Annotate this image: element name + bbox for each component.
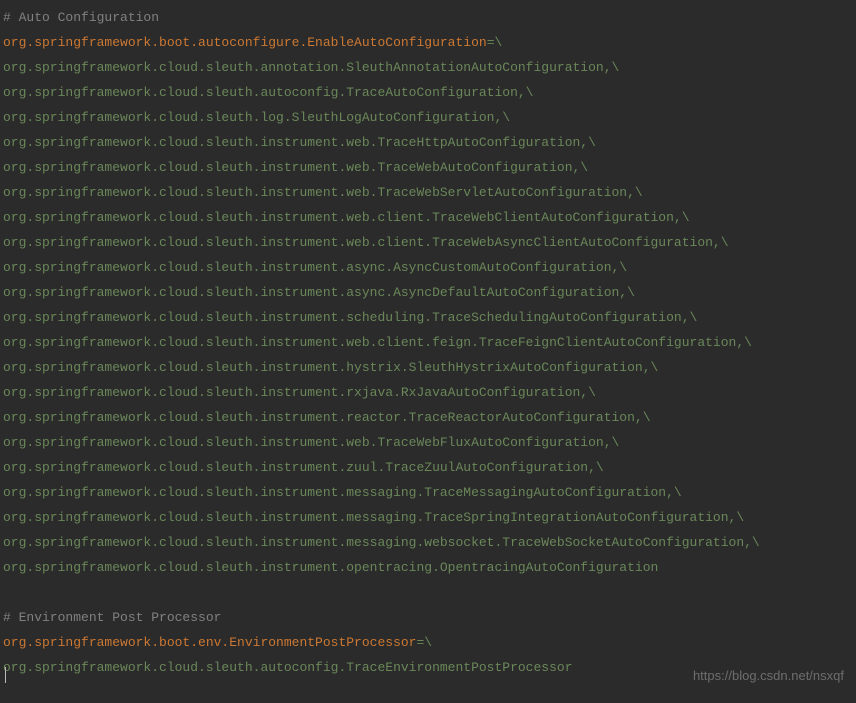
code-line: org.springframework.cloud.sleuth.instrum… xyxy=(3,155,853,180)
code-line: org.springframework.cloud.sleuth.autocon… xyxy=(3,80,853,105)
property-value: org.springframework.cloud.sleuth.autocon… xyxy=(3,660,573,675)
comment-text: # Environment Post Processor xyxy=(3,610,221,625)
property-value: org.springframework.cloud.sleuth.instrum… xyxy=(3,560,658,575)
code-line: org.springframework.boot.env.Environment… xyxy=(3,630,853,655)
code-line: org.springframework.cloud.sleuth.log.Sle… xyxy=(3,105,853,130)
code-line: org.springframework.cloud.sleuth.instrum… xyxy=(3,530,853,555)
code-line: org.springframework.cloud.sleuth.instrum… xyxy=(3,355,853,380)
property-value: org.springframework.cloud.sleuth.instrum… xyxy=(3,510,744,525)
code-line: org.springframework.cloud.sleuth.instrum… xyxy=(3,380,853,405)
equals-continuation: =\ xyxy=(416,635,432,650)
code-viewer: # Auto Configuration org.springframework.… xyxy=(3,5,853,680)
code-line: org.springframework.cloud.sleuth.instrum… xyxy=(3,455,853,480)
property-value: org.springframework.cloud.sleuth.instrum… xyxy=(3,435,619,450)
code-line: org.springframework.cloud.sleuth.instrum… xyxy=(3,405,853,430)
code-line: org.springframework.cloud.sleuth.instrum… xyxy=(3,555,853,580)
property-value: org.springframework.cloud.sleuth.instrum… xyxy=(3,135,596,150)
comment-text: # Auto Configuration xyxy=(3,10,159,25)
property-value: org.springframework.cloud.sleuth.autocon… xyxy=(3,85,534,100)
code-line: org.springframework.cloud.sleuth.instrum… xyxy=(3,430,853,455)
property-value: org.springframework.cloud.sleuth.instrum… xyxy=(3,210,690,225)
property-value: org.springframework.cloud.sleuth.instrum… xyxy=(3,385,596,400)
property-value: org.springframework.cloud.sleuth.instrum… xyxy=(3,535,760,550)
property-value: org.springframework.cloud.sleuth.instrum… xyxy=(3,235,729,250)
code-line: # Environment Post Processor xyxy=(3,605,853,630)
property-value: org.springframework.cloud.sleuth.instrum… xyxy=(3,485,682,500)
text-cursor xyxy=(5,667,6,683)
property-value: org.springframework.cloud.sleuth.log.Sle… xyxy=(3,110,510,125)
property-value: org.springframework.cloud.sleuth.instrum… xyxy=(3,310,697,325)
property-value: org.springframework.cloud.sleuth.instrum… xyxy=(3,335,752,350)
watermark-text: https://blog.csdn.net/nsxqf xyxy=(693,663,844,688)
property-value: org.springframework.cloud.sleuth.instrum… xyxy=(3,185,643,200)
code-line: org.springframework.cloud.sleuth.instrum… xyxy=(3,180,853,205)
equals-continuation: =\ xyxy=(487,35,503,50)
code-line xyxy=(3,580,853,605)
code-line: org.springframework.cloud.sleuth.instrum… xyxy=(3,255,853,280)
code-line: org.springframework.cloud.sleuth.annotat… xyxy=(3,55,853,80)
property-value: org.springframework.cloud.sleuth.instrum… xyxy=(3,460,604,475)
code-line: org.springframework.cloud.sleuth.instrum… xyxy=(3,280,853,305)
property-value: org.springframework.cloud.sleuth.instrum… xyxy=(3,360,658,375)
property-key: org.springframework.boot.env.Environment… xyxy=(3,635,416,650)
code-line: org.springframework.boot.autoconfigure.E… xyxy=(3,30,853,55)
code-line: org.springframework.cloud.sleuth.instrum… xyxy=(3,230,853,255)
code-line: org.springframework.cloud.sleuth.instrum… xyxy=(3,305,853,330)
property-key: org.springframework.boot.autoconfigure.E… xyxy=(3,35,487,50)
code-line: org.springframework.cloud.sleuth.instrum… xyxy=(3,480,853,505)
property-value: org.springframework.cloud.sleuth.instrum… xyxy=(3,260,627,275)
code-line: org.springframework.cloud.sleuth.instrum… xyxy=(3,330,853,355)
property-value: org.springframework.cloud.sleuth.annotat… xyxy=(3,60,619,75)
code-line: org.springframework.cloud.sleuth.instrum… xyxy=(3,505,853,530)
code-line: org.springframework.cloud.sleuth.instrum… xyxy=(3,205,853,230)
property-value: org.springframework.cloud.sleuth.instrum… xyxy=(3,285,635,300)
property-value: org.springframework.cloud.sleuth.instrum… xyxy=(3,410,651,425)
code-line: # Auto Configuration xyxy=(3,5,853,30)
property-value: org.springframework.cloud.sleuth.instrum… xyxy=(3,160,588,175)
code-line: org.springframework.cloud.sleuth.instrum… xyxy=(3,130,853,155)
